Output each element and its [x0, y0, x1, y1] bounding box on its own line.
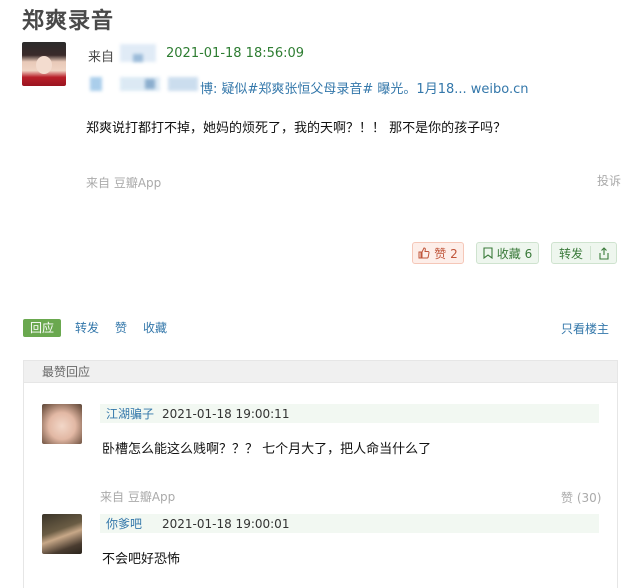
- redacted-share-detail: [145, 79, 155, 89]
- comment-body: 不会吧好恐怖: [102, 552, 181, 567]
- bookmark-icon: [483, 247, 493, 259]
- comment-username[interactable]: 你爹吧: [100, 515, 162, 532]
- comment-timestamp: 2021-01-18 19:00:11: [162, 406, 290, 421]
- thumbs-up-icon: [418, 247, 430, 259]
- comment-tabs: 回应 转发 赞 收藏: [23, 319, 183, 337]
- commenter-avatar[interactable]: [42, 404, 82, 444]
- comment-header: 你爹吧 2021-01-18 19:00:01: [100, 514, 599, 533]
- share-button[interactable]: 转发: [551, 242, 617, 264]
- comment-username[interactable]: 江湖骗子: [100, 405, 162, 422]
- comment-vote-count[interactable]: 赞 (30): [561, 489, 601, 506]
- tab-reposts[interactable]: 转发: [75, 319, 99, 337]
- collect-button[interactable]: 收藏 6: [476, 242, 539, 264]
- redacted-share-text-2: [168, 77, 198, 91]
- collect-label: 收藏 6: [496, 246, 533, 261]
- tab-replies[interactable]: 回应: [23, 319, 62, 337]
- post-source: 来自 豆瓣App: [86, 176, 162, 190]
- share-label: 转发: [559, 246, 584, 261]
- comment-timestamp: 2021-01-18 19:00:01: [162, 516, 290, 531]
- shared-weibo-link[interactable]: 博: 疑似#郑爽张恒父母录音# 曝光。1月18... weibo.cn: [200, 78, 529, 97]
- commenter-avatar[interactable]: [42, 514, 82, 554]
- comment-body: 卧槽怎么能这么贱啊？？？ 七个月大了，把人命当什么了: [102, 442, 432, 457]
- like-button[interactable]: 赞 2: [412, 242, 464, 264]
- like-label: 赞 2: [434, 246, 458, 261]
- tab-collects[interactable]: 收藏: [143, 319, 167, 337]
- author-avatar[interactable]: [22, 42, 66, 86]
- report-link[interactable]: 投诉: [597, 172, 621, 189]
- page-title: 郑爽录音: [22, 9, 115, 34]
- post-timestamp: 2021-01-18 18:56:09: [166, 46, 305, 61]
- top-comments-header: 最赞回应: [24, 361, 617, 383]
- share-divider: [590, 246, 591, 260]
- tab-likes[interactable]: 赞: [115, 319, 127, 337]
- comment-source: 来自 豆瓣App: [100, 490, 176, 504]
- only-op-link[interactable]: 只看楼主: [561, 320, 609, 337]
- share-out-icon[interactable]: [598, 247, 610, 260]
- from-label: 来自: [88, 50, 115, 65]
- redacted-username-detail: [133, 54, 143, 62]
- redacted-share-prefix: [90, 77, 102, 91]
- post-body: 郑爽说打都打不掉，她妈的烦死了，我的天啊？！！ 那不是你的孩子吗？: [86, 121, 507, 136]
- comment-header: 江湖骗子 2021-01-18 19:00:11: [100, 404, 599, 423]
